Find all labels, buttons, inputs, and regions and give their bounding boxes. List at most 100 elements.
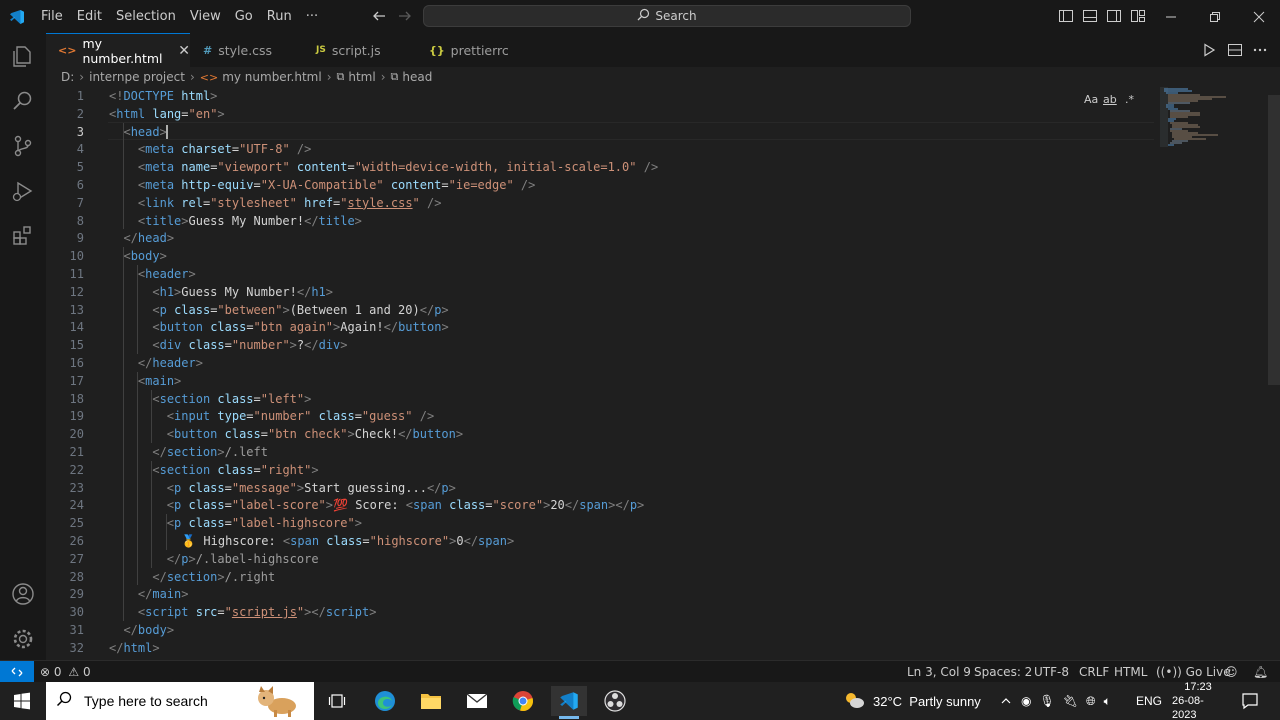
regex-icon[interactable]: .*: [1125, 93, 1134, 106]
code-line[interactable]: 20 <button class="btn check">Check!</but…: [46, 425, 1156, 443]
code-line[interactable]: 19 <input type="number" class="guess" />: [46, 407, 1156, 425]
mail-icon[interactable]: [459, 686, 495, 716]
run-debug-icon[interactable]: [9, 177, 37, 205]
code-line[interactable]: 24 <p class="label-score">💯 Score: <span…: [46, 496, 1156, 514]
code-line[interactable]: 3 <head>: [46, 123, 1156, 141]
forward-arrow-icon[interactable]: [396, 8, 414, 26]
indentation[interactable]: Spaces: 2: [974, 661, 1032, 683]
code-line[interactable]: 15 <div class="number">?</div>: [46, 336, 1156, 354]
code-line[interactable]: 21 </section>/.left: [46, 443, 1156, 461]
tab-prettierrc[interactable]: {} prettierrc: [417, 33, 529, 67]
file-explorer-icon[interactable]: [413, 686, 449, 716]
menu-edit[interactable]: Edit: [70, 0, 109, 33]
code-line[interactable]: 23 <p class="message">Start guessing...<…: [46, 479, 1156, 497]
split-editor-icon[interactable]: [1227, 42, 1243, 58]
match-word-icon[interactable]: ab: [1103, 93, 1117, 106]
breadcrumb-drive[interactable]: D:: [61, 70, 74, 84]
vertical-scrollbar[interactable]: [1266, 87, 1280, 660]
restore-icon[interactable]: [1192, 0, 1238, 33]
weather-widget[interactable]: 32°C Partly sunny: [843, 682, 981, 720]
more-actions-icon[interactable]: [1252, 42, 1268, 58]
minimap[interactable]: [1160, 87, 1240, 147]
breadcrumb-head[interactable]: head: [402, 70, 432, 84]
code-line[interactable]: 29 </main>: [46, 585, 1156, 603]
menu-selection[interactable]: Selection: [109, 0, 183, 33]
code-line[interactable]: 22 <section class="right">: [46, 461, 1156, 479]
code-editor[interactable]: 1 <!DOCTYPE html> 2 <html lang="en"> 3 <head…: [46, 87, 1280, 660]
code-line[interactable]: 31 </body>: [46, 621, 1156, 639]
settings-gear-icon[interactable]: [9, 625, 37, 653]
toggle-secondary-sidebar-icon[interactable]: [1106, 8, 1122, 24]
code-line[interactable]: 17 <main>: [46, 372, 1156, 390]
chrome-browser-icon[interactable]: [505, 686, 541, 716]
menu-view[interactable]: View: [183, 0, 228, 33]
menu-file[interactable]: File: [34, 0, 70, 33]
notification-center-icon[interactable]: [1241, 682, 1259, 720]
code-line[interactable]: 11 <header>: [46, 265, 1156, 283]
notifications-bell-icon[interactable]: 🔔︎: [1253, 661, 1268, 683]
speaker-icon[interactable]: 🔈︎: [1104, 694, 1111, 709]
vscode-taskbar-icon[interactable]: [551, 686, 587, 719]
menu-run[interactable]: Run: [260, 0, 299, 33]
breadcrumb-file[interactable]: my number.html: [222, 70, 322, 84]
language-mode[interactable]: HTML: [1114, 661, 1147, 683]
close-tab-icon[interactable]: ✕: [178, 43, 190, 59]
edge-browser-icon[interactable]: [367, 686, 403, 716]
end-of-line[interactable]: CRLF: [1079, 661, 1109, 683]
extensions-icon[interactable]: [9, 222, 37, 250]
taskbar-search[interactable]: Type here to search: [46, 682, 314, 720]
tab-my-number-html[interactable]: <> my number.html ✕: [46, 33, 190, 67]
source-control-icon[interactable]: [9, 132, 37, 160]
code-line[interactable]: 14 <button class="btn again">Again!</but…: [46, 318, 1156, 336]
show-hidden-icons[interactable]: [1000, 682, 1012, 720]
menu-more[interactable]: ···: [299, 0, 325, 33]
input-language[interactable]: ENG: [1136, 682, 1162, 720]
menu-go[interactable]: Go: [228, 0, 260, 33]
breadcrumb-folder[interactable]: internpe project: [89, 70, 185, 84]
match-case-icon[interactable]: Aa: [1084, 93, 1098, 106]
tab-script-js[interactable]: JS script.js: [304, 33, 416, 67]
code-line[interactable]: 5 <meta name="viewport" content="width=d…: [46, 158, 1156, 176]
microphone-icon[interactable]: 🎙︎: [1039, 694, 1054, 708]
network-globe-icon[interactable]: 🌐︎: [1086, 694, 1096, 709]
code-line[interactable]: 25 <p class="label-highscore">: [46, 514, 1156, 532]
toggle-panel-icon[interactable]: [1082, 8, 1098, 24]
remote-indicator-icon[interactable]: [0, 661, 34, 683]
cursor-position[interactable]: Ln 3, Col 9: [907, 661, 971, 683]
tab-style-css[interactable]: # style.css: [191, 33, 303, 67]
accounts-icon[interactable]: [9, 580, 37, 608]
search-view-icon[interactable]: [9, 87, 37, 115]
encoding[interactable]: UTF-8: [1034, 661, 1069, 683]
webcam-icon[interactable]: ◉: [1021, 694, 1031, 708]
code-line[interactable]: 1 <!DOCTYPE html>: [46, 87, 1156, 105]
command-center-search[interactable]: Search: [423, 5, 911, 27]
problems-indicator[interactable]: ⊗ 0 ⚠ 0: [40, 661, 91, 683]
code-line[interactable]: 32 </html>: [46, 639, 1156, 657]
code-line[interactable]: 12 <h1>Guess My Number!</h1>: [46, 283, 1156, 301]
code-line[interactable]: 27 </p>/.label-highscore: [46, 550, 1156, 568]
code-line[interactable]: 4 <meta charset="UTF-8" />: [46, 140, 1156, 158]
explorer-icon[interactable]: [9, 42, 37, 70]
feedback-icon[interactable]: ☺: [1225, 661, 1238, 683]
code-line[interactable]: 7 <link rel="stylesheet" href="style.css…: [46, 194, 1156, 212]
code-line[interactable]: 16 </header>: [46, 354, 1156, 372]
code-line[interactable]: 6 <meta http-equiv="X-UA-Compatible" con…: [46, 176, 1156, 194]
close-window-icon[interactable]: [1236, 0, 1280, 33]
code-line[interactable]: 13 <p class="between">(Between 1 and 20)…: [46, 301, 1156, 319]
code-line[interactable]: 26 🥇 Highscore: <span class="highscore">…: [46, 532, 1156, 550]
task-view-icon[interactable]: [319, 686, 355, 716]
minimize-icon[interactable]: [1148, 0, 1194, 33]
code-line[interactable]: 18 <section class="left">: [46, 390, 1156, 408]
code-line[interactable]: 2 <html lang="en">: [46, 105, 1156, 123]
back-arrow-icon[interactable]: [370, 8, 388, 26]
windows-start-icon[interactable]: [4, 686, 40, 716]
code-line[interactable]: 9 </head>: [46, 229, 1156, 247]
toggle-sidebar-icon[interactable]: [1058, 8, 1074, 24]
customize-layout-icon[interactable]: [1130, 8, 1146, 24]
obs-studio-icon[interactable]: [597, 686, 633, 716]
power-plug-icon[interactable]: 🔌︎: [1063, 694, 1078, 708]
code-line[interactable]: 30 <script src="script.js"></script>: [46, 603, 1156, 621]
clock[interactable]: 17:23 26-08-2023: [1172, 681, 1224, 720]
run-file-icon[interactable]: [1201, 42, 1217, 58]
code-line[interactable]: 10 <body>: [46, 247, 1156, 265]
